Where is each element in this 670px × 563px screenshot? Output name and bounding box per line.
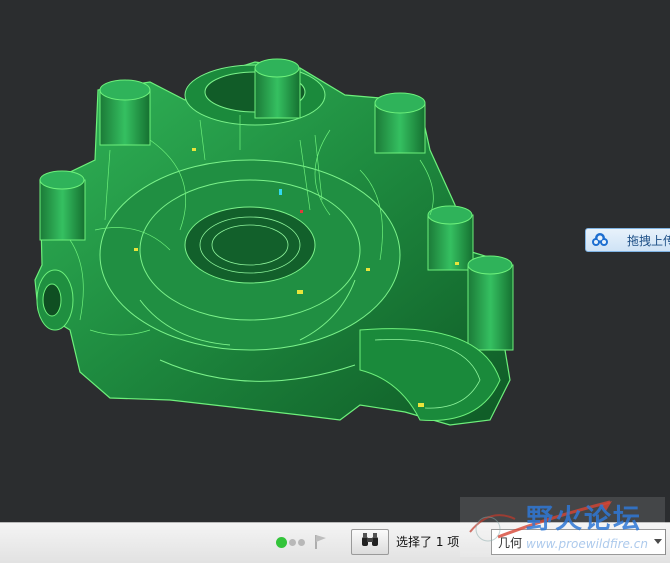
boss-far-right <box>467 255 514 351</box>
boss-left <box>39 170 86 241</box>
chevron-down-icon[interactable] <box>654 539 662 544</box>
binoculars-icon <box>360 532 380 552</box>
central-bore-inner <box>184 206 316 284</box>
status-bar: 选择了 1 项 几何 <box>0 522 670 563</box>
csys-marker <box>279 189 282 195</box>
status-light-gray <box>298 539 305 546</box>
cad-model-view[interactable] <box>0 0 670 522</box>
selection-status-text: 选择了 1 项 <box>396 535 460 549</box>
cloud-icon <box>589 229 611 251</box>
selection-filter-dropdown[interactable]: 几何 <box>491 529 666 555</box>
graphics-viewport[interactable]: 拖拽上传 <box>0 0 670 522</box>
status-light-gray <box>289 539 296 546</box>
boss-top-right <box>374 92 426 154</box>
boss-right <box>427 205 474 271</box>
find-button[interactable] <box>351 529 389 555</box>
flag-icon[interactable] <box>310 531 332 553</box>
boss-top-center <box>254 58 301 119</box>
filter-value: 几何 <box>498 536 523 550</box>
status-light-green <box>276 537 287 548</box>
upload-label: 拖拽上传 <box>627 233 670 248</box>
boss-top-left <box>99 79 151 146</box>
boss-left-port <box>36 269 74 331</box>
drag-upload-widget[interactable]: 拖拽上传 <box>585 228 670 252</box>
status-lights-icon[interactable] <box>276 537 305 548</box>
